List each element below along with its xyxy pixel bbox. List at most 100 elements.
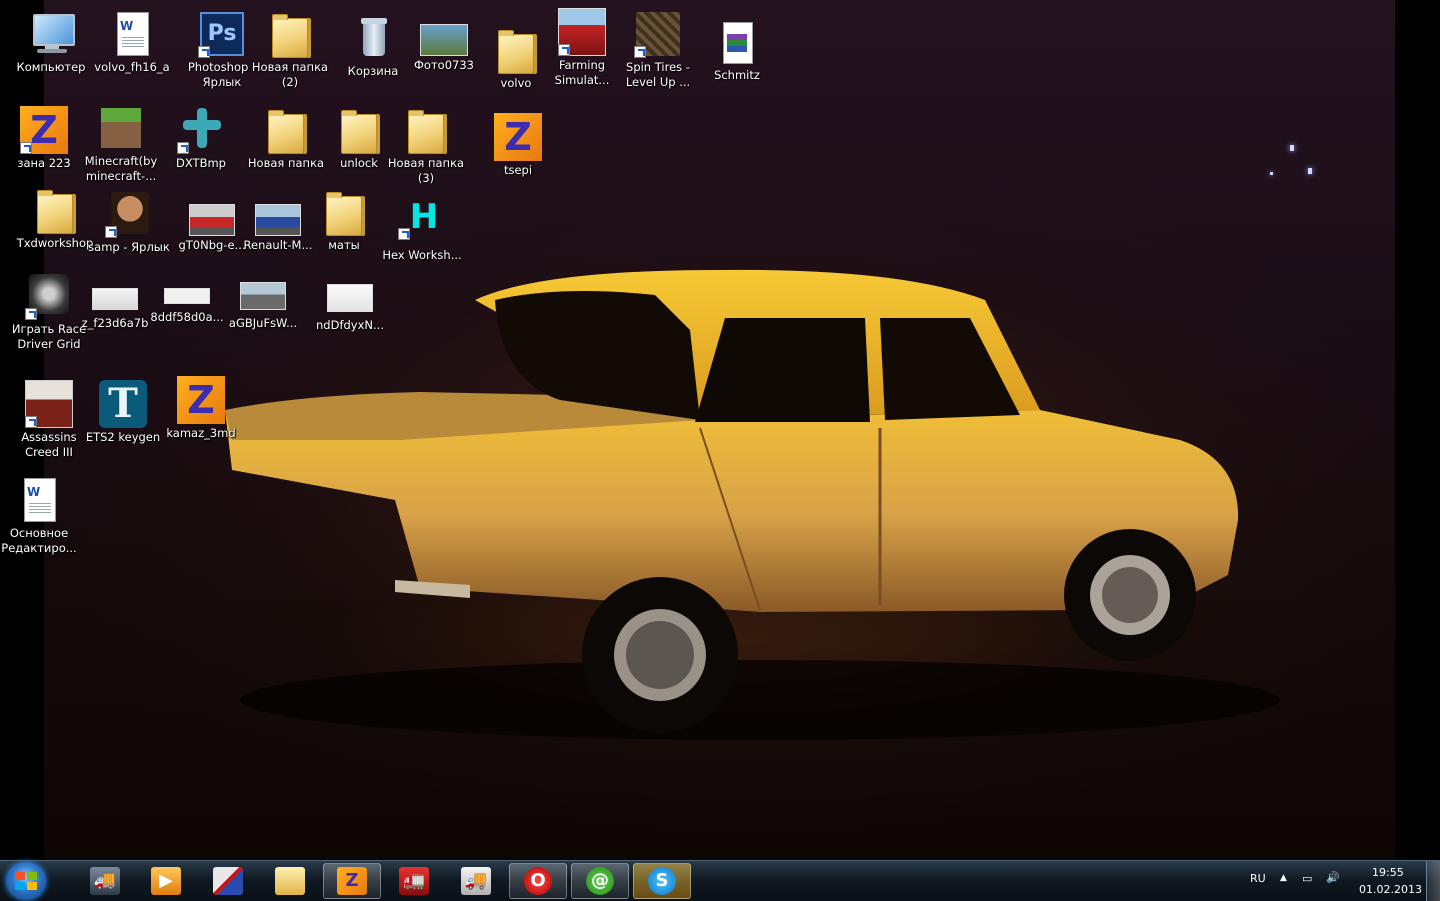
desktop-icon-label: маты — [328, 238, 360, 252]
image-thumbnail-icon — [164, 288, 210, 304]
folder-icon — [275, 867, 305, 895]
desktop-icon-samp[interactable]: samp - Ярлык — [88, 190, 170, 255]
photoshop-icon: Ps — [198, 10, 246, 58]
folder-icon — [31, 186, 79, 234]
scania-icon — [213, 867, 243, 895]
folder-icon — [320, 188, 368, 236]
desktop-icon-maty[interactable]: маты — [303, 188, 385, 253]
zmodeler-icon: Z — [494, 113, 542, 161]
desktop-icon-osnovnoe[interactable]: W Основное Редактиро... — [0, 476, 80, 556]
desktop-icon-agbjufsw[interactable]: aGBJuFsW... — [222, 274, 304, 331]
image-thumbnail-icon — [92, 288, 138, 310]
desktop-icon-label: 8ddf58d0a... — [150, 310, 224, 324]
clock-date[interactable]: 01.02.2013 — [1359, 883, 1422, 896]
desktop-icon-ets2-keygen[interactable]: T ETS2 keygen — [82, 380, 164, 445]
taskbar-button-zmodeler[interactable]: Z — [323, 863, 381, 899]
desktop-icon-label: volvo_fh16_a — [94, 60, 170, 74]
mail-agent-icon: @ — [586, 867, 614, 895]
desktop-icon-label: samp - Ярлык — [88, 240, 170, 254]
taskbar-button-truck3[interactable]: 🚛 — [385, 863, 443, 899]
desktop-icon-label: Компьютер — [16, 60, 86, 74]
folder-icon — [262, 106, 310, 154]
desktop-icon-label: DXTBmp — [176, 156, 226, 170]
samp-icon — [105, 190, 153, 238]
desktop-icon-label: kamaz_3md — [166, 426, 236, 440]
desktop-icon-label: ndDfdyxN... — [316, 318, 384, 332]
taskbar-button-mail-agent[interactable]: @ — [571, 863, 629, 899]
zmodeler-icon: Z — [337, 867, 367, 895]
desktop-icon-txdworkshop[interactable]: Txdworkshop — [14, 186, 96, 251]
desktop-icon-minecraft[interactable]: Minecraft(by minecraft-... — [80, 104, 162, 184]
taskbar-button-explorer[interactable] — [261, 863, 319, 899]
recycle-bin-icon — [349, 14, 397, 62]
shortcut-arrow-icon — [20, 142, 32, 154]
language-indicator[interactable]: RU — [1250, 872, 1266, 885]
taskbar-button-opera[interactable]: O — [509, 863, 567, 899]
windows-logo-icon — [15, 872, 37, 890]
desktop-icon-photo0733[interactable]: Фото0733 — [403, 14, 485, 73]
desktop-icon-computer[interactable]: Компьютер — [10, 10, 92, 75]
desktop-icon-tsepi[interactable]: Z tsepi — [477, 113, 559, 178]
zmodeler-icon: Z — [20, 106, 68, 154]
desktop-icon-recycle-bin[interactable]: Корзина — [332, 14, 414, 79]
desktop-icon-label: Farming Simulat... — [554, 58, 610, 87]
desktop-icon-label: Assassins Creed III — [21, 430, 77, 459]
desktop-icon-label: tsepi — [503, 163, 533, 177]
taskbar-button-truck2[interactable] — [199, 863, 257, 899]
desktop-icon-label: Txdworkshop — [16, 236, 94, 250]
desktop-icon-dxtbmp[interactable]: DXTBmp — [160, 106, 242, 171]
desktop-icon-new-folder[interactable]: Новая папка — [245, 106, 327, 171]
skype-icon: S — [648, 867, 676, 895]
minecraft-icon — [97, 104, 145, 152]
desktop-icon-zana223[interactable]: Z зана 223 — [3, 106, 85, 171]
assassins-creed-icon — [25, 380, 73, 428]
image-thumbnail-icon — [420, 24, 468, 56]
folder-icon — [335, 106, 383, 154]
desktop-icon-new-folder-2[interactable]: Новая папка (2) — [249, 10, 331, 90]
desktop-icon-new-folder-3[interactable]: Новая папка (3) — [385, 106, 467, 186]
desktop-icon-schmitz[interactable]: Schmitz — [696, 18, 778, 83]
desktop-icon-farming-simulator[interactable]: Farming Simulat... — [541, 8, 623, 88]
desktop-icon-label: Spin Tires - Level Up ... — [625, 60, 691, 89]
desktop-icon-label: Корзина — [347, 64, 399, 78]
desktop-icon-z-f23d6a7b[interactable]: z_f23d6a7b — [74, 276, 156, 331]
desktop-icon-nddfdyxn[interactable]: ndDfdyxN... — [309, 276, 391, 333]
desktop-icon-volvo-fh16[interactable]: W volvo_fh16_a — [91, 10, 173, 75]
taskbar-button-truck4[interactable]: 🚚 — [447, 863, 505, 899]
desktop[interactable]: Компьютер W volvo_fh16_a Ps Photoshop - … — [0, 0, 1440, 860]
desktop-icon-hex-workshop[interactable]: H Hex Worksh... — [381, 198, 463, 263]
winrar-archive-icon — [713, 18, 761, 66]
shortcut-arrow-icon — [558, 44, 570, 56]
shortcut-arrow-icon — [25, 416, 37, 428]
media-player-icon: ▶ — [151, 867, 181, 895]
desktop-icon-assassins-creed[interactable]: Assassins Creed III — [8, 380, 90, 460]
truck-icon: 🚚 — [90, 867, 120, 895]
volume-icon[interactable]: 🔊 — [1326, 871, 1340, 884]
taskbar-button-truck1[interactable]: 🚚 — [76, 863, 134, 899]
desktop-icon-label: Hex Worksh... — [382, 248, 462, 262]
show-desktop-button[interactable] — [1426, 861, 1440, 901]
word-document-icon: W — [15, 476, 63, 524]
desktop-icon-label: Minecraft(by minecraft-... — [84, 154, 158, 183]
desktop-icon-label: Новая папка (3) — [387, 156, 465, 185]
image-thumbnail-icon — [327, 284, 373, 312]
desktop-icon-8ddf58d0a[interactable]: 8ddf58d0a... — [146, 276, 228, 325]
image-thumbnail-icon — [240, 282, 286, 310]
desktop-icon-kamaz-3md[interactable]: Z kamaz_3md — [160, 376, 242, 441]
desktop-icon-spin-tires[interactable]: Spin Tires - Level Up ... — [617, 10, 699, 90]
clock-time[interactable]: 19:55 — [1372, 866, 1404, 879]
network-icon[interactable]: ▭ — [1302, 872, 1312, 885]
desktop-icon-label: Новая папка — [247, 156, 325, 170]
ets2-keygen-icon: T — [99, 380, 147, 428]
shortcut-arrow-icon — [177, 142, 189, 154]
taskbar-button-skype[interactable]: S — [633, 863, 691, 899]
taskbar-button-media[interactable]: ▶ — [137, 863, 195, 899]
red-truck-icon: 🚛 — [399, 867, 429, 895]
word-document-icon: W — [108, 10, 156, 58]
show-hidden-icons-icon[interactable]: ▲ — [1280, 873, 1287, 883]
farming-simulator-icon — [558, 8, 606, 56]
desktop-icon-label: z_f23d6a7b — [81, 316, 149, 330]
desktop-icon-label: ETS2 keygen — [85, 430, 161, 444]
start-button[interactable] — [6, 862, 46, 900]
zmodeler-icon: Z — [177, 376, 225, 424]
